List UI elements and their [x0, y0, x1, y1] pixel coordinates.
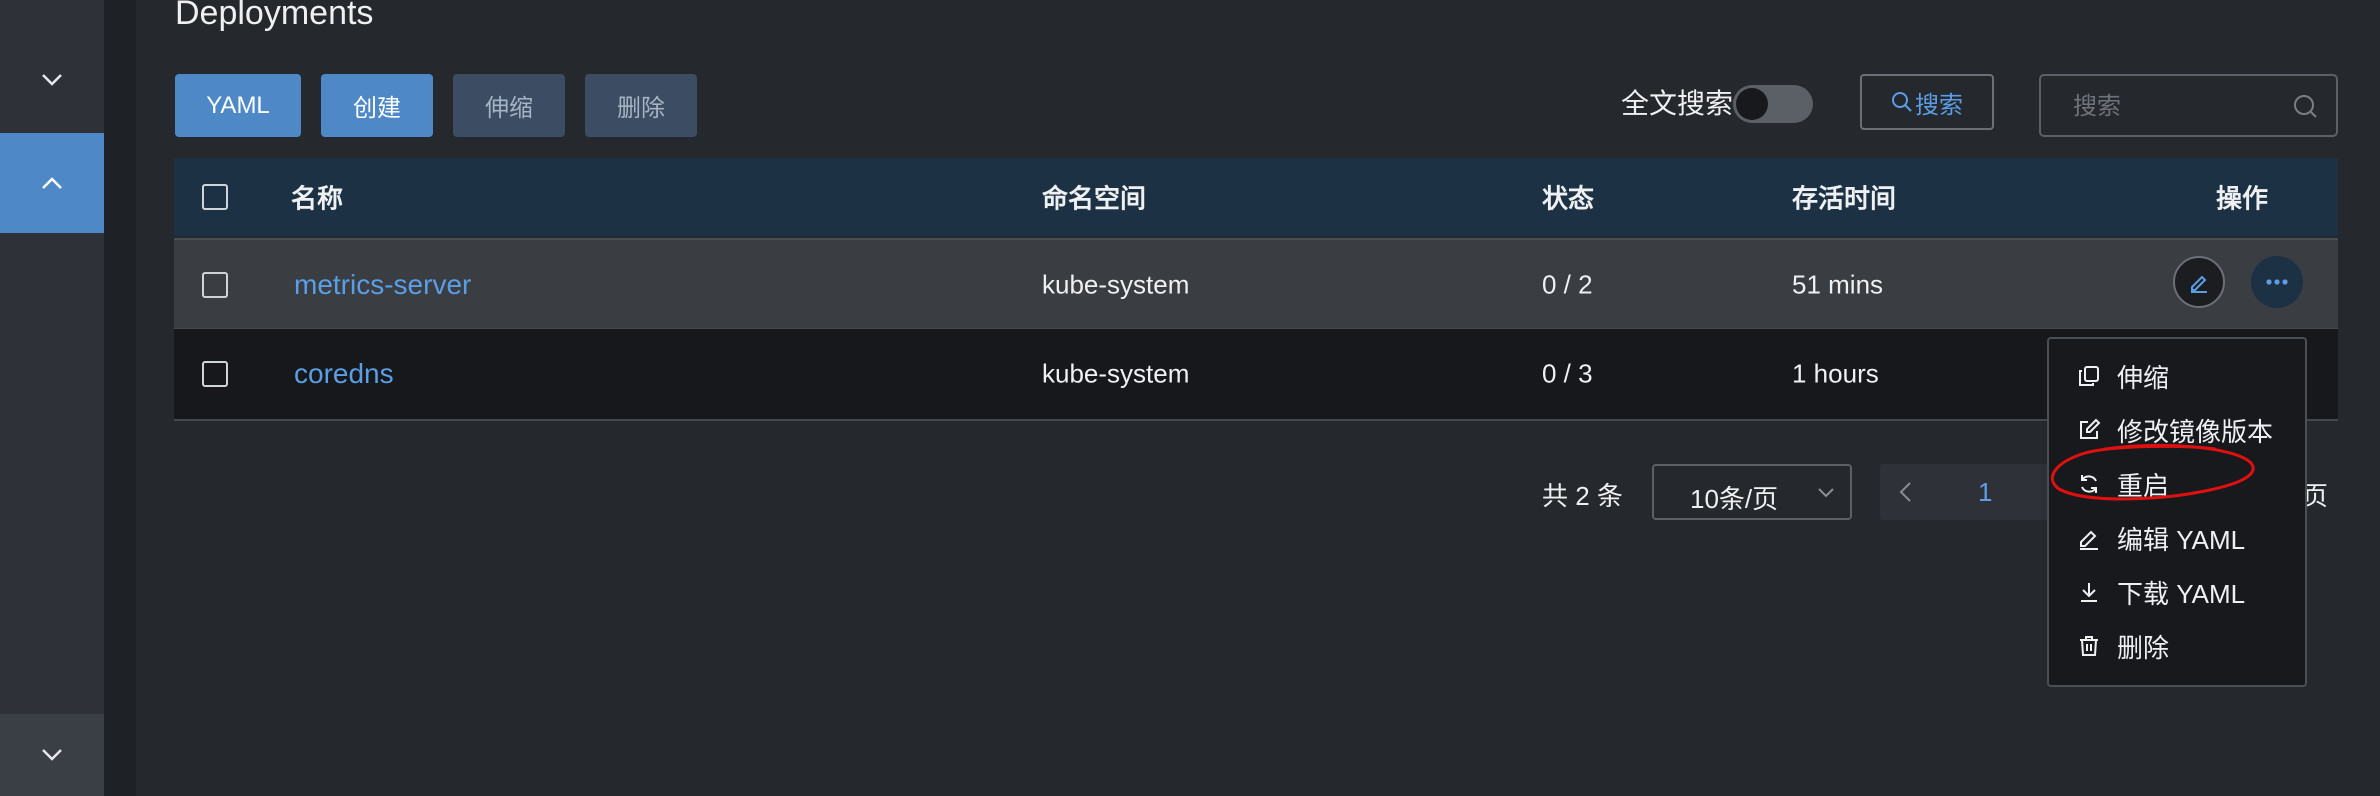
chevron-up-icon: [42, 177, 62, 189]
chevron-down-icon: [1818, 488, 1834, 498]
menu-item-label: 下载 YAML: [2117, 578, 2246, 609]
header-status: 状态: [1542, 183, 1595, 214]
menu-item-label: 编辑 YAML: [2117, 524, 2246, 555]
more-actions-button[interactable]: [2251, 256, 2303, 308]
row-checkbox[interactable]: [202, 361, 228, 387]
pager: 1: [1880, 464, 2050, 520]
sidebar-collapse-toggle[interactable]: [0, 30, 104, 130]
create-button[interactable]: 创建: [321, 74, 433, 137]
chevron-left-icon[interactable]: [1896, 480, 1916, 504]
header-age: 存活时间: [1792, 183, 1897, 214]
menu-item-change-image[interactable]: 修改镜像版本: [2077, 410, 2273, 450]
scale-button[interactable]: 伸缩: [453, 74, 565, 137]
refresh-icon: [2081, 475, 2097, 493]
header-namespace: 命名空间: [1042, 183, 1147, 214]
full-text-search-toggle[interactable]: [1733, 85, 1813, 123]
sidebar: [0, 0, 104, 796]
menu-item-delete[interactable]: 删除: [2077, 626, 2169, 666]
deployment-name-link[interactable]: coredns: [294, 358, 394, 390]
chevron-down-icon: [42, 749, 62, 761]
age-cell: 51 mins: [1792, 269, 1884, 300]
current-page[interactable]: 1: [1978, 477, 1992, 508]
pencil-icon: [2080, 530, 2098, 550]
chevron-down-icon: [42, 74, 62, 86]
search-button[interactable]: 搜索: [1860, 74, 1994, 130]
deployment-name-link[interactable]: metrics-server: [294, 269, 471, 301]
row-checkbox[interactable]: [202, 272, 228, 298]
header-name: 名称: [291, 183, 344, 214]
namespace-cell: kube-system: [1042, 269, 1190, 300]
search-button-label: 搜索: [1915, 91, 1963, 119]
page-size-value: 10条/页: [1690, 484, 1779, 514]
page-size-select[interactable]: 10条/页: [1652, 464, 1852, 520]
edit-square-icon: [2080, 418, 2101, 439]
menu-item-label: 修改镜像版本: [2117, 416, 2274, 447]
menu-item-label: 删除: [2117, 632, 2170, 663]
search-field[interactable]: [2039, 74, 2338, 137]
menu-item-label: 伸缩: [2117, 362, 2170, 393]
edit-button[interactable]: [2173, 256, 2225, 308]
download-icon: [2081, 583, 2097, 602]
header-actions: 操作: [2216, 183, 2269, 214]
actions-dropdown-menu: 伸缩 修改镜像版本 重启 编辑 YAML 下载 YAML 删除: [2047, 337, 2307, 687]
status-cell: 0 / 2: [1542, 269, 1593, 300]
pencil-icon: [2191, 275, 2207, 293]
table-row: metrics-server kube-system 0 / 2 51 mins: [174, 238, 2338, 330]
search-icon: [2294, 95, 2317, 118]
yaml-button[interactable]: YAML: [175, 74, 301, 137]
sidebar-active-item[interactable]: [0, 133, 104, 233]
page-title: Deployments: [175, 0, 374, 32]
full-text-search-label: 全文搜索: [1621, 88, 1734, 119]
namespace-cell: kube-system: [1042, 358, 1190, 389]
pagination-total: 共 2 条: [1542, 481, 1623, 511]
trash-icon: [2080, 636, 2098, 656]
search-input[interactable]: [2071, 76, 2295, 137]
delete-button[interactable]: 删除: [585, 74, 697, 137]
menu-item-download-yaml[interactable]: 下载 YAML: [2077, 572, 2245, 612]
search-icon: [1892, 92, 1912, 112]
menu-item-label: 重启: [2117, 470, 2170, 501]
sidebar-bottom-toggle[interactable]: [0, 714, 104, 796]
ellipsis-icon: [2266, 279, 2288, 285]
status-cell: 0 / 3: [1542, 358, 1593, 389]
select-all-checkbox[interactable]: [202, 184, 228, 210]
table-row: coredns kube-system 0 / 3 1 hours: [174, 328, 2338, 421]
toggle-knob: [1736, 88, 1768, 120]
menu-item-edit-yaml[interactable]: 编辑 YAML: [2077, 518, 2245, 558]
table-header: 名称 命名空间 状态 存活时间 操作: [174, 158, 2338, 236]
age-cell: 1 hours: [1792, 358, 1879, 389]
sidebar-gutter: [104, 0, 136, 796]
copy-icon: [2079, 366, 2099, 386]
menu-item-scale[interactable]: 伸缩: [2077, 356, 2169, 396]
menu-item-restart[interactable]: 重启: [2077, 464, 2169, 504]
